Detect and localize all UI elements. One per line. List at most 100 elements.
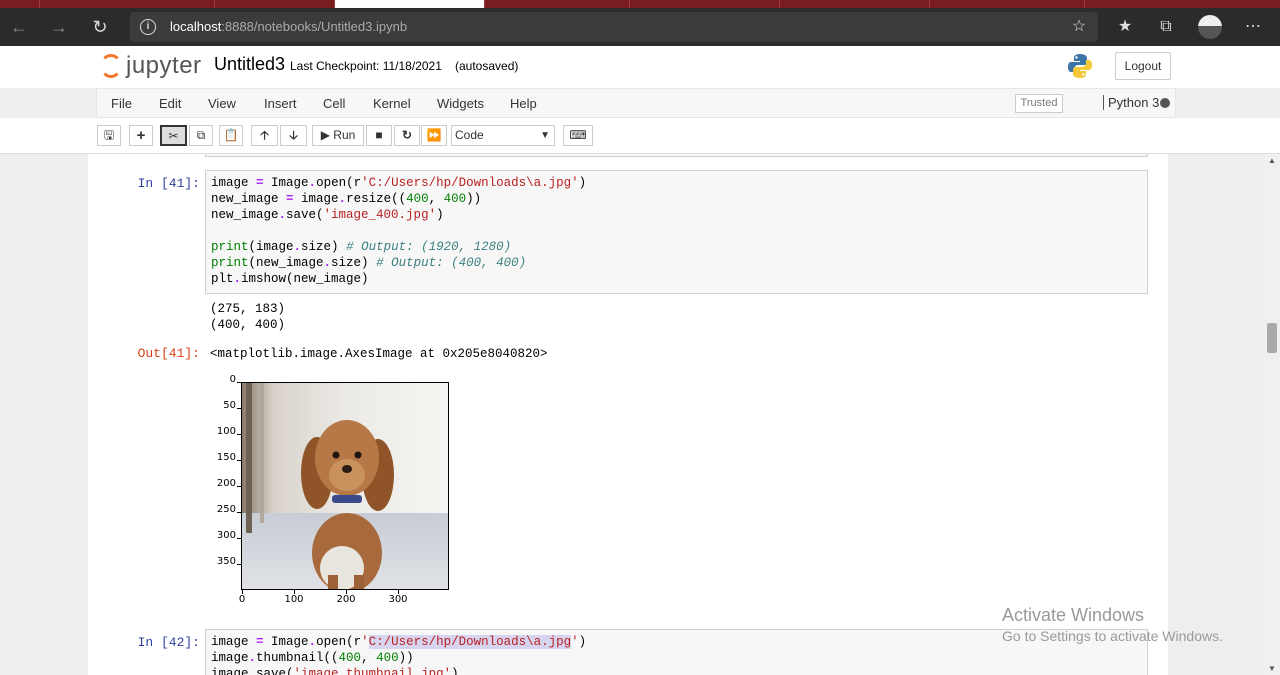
keyboard-icon[interactable]: ⌨: [563, 125, 593, 146]
menu-file[interactable]: File: [111, 96, 132, 111]
run-button[interactable]: ▶ Run: [312, 125, 364, 146]
input-prompt: In [41]:: [137, 176, 200, 191]
stdout-line: (400, 400): [210, 318, 286, 332]
browser-tab[interactable]: [0, 0, 40, 8]
previous-cell[interactable]: [205, 154, 1148, 157]
add-favorite-icon[interactable]: ☆: [1068, 16, 1090, 38]
notebook-title[interactable]: Untitled3: [214, 54, 285, 75]
scroll-up-icon[interactable]: ▲: [1264, 156, 1280, 165]
python-logo-icon: [1068, 54, 1092, 78]
browser-tab[interactable]: [930, 0, 1085, 8]
activate-windows-hint: Go to Settings to activate Windows.: [1002, 628, 1223, 644]
dog-image: [242, 383, 448, 589]
menu-cell[interactable]: Cell: [323, 96, 345, 111]
browser-tab[interactable]: [780, 0, 930, 8]
copy-icon[interactable]: ⧉: [189, 125, 213, 146]
chevron-down-icon: ▼: [540, 130, 550, 141]
y-tick-label: 150: [216, 452, 236, 463]
menu-insert[interactable]: Insert: [264, 96, 297, 111]
play-icon: ▶: [320, 128, 330, 142]
code-line: print(image.size) # Output: (1920, 1280): [211, 240, 512, 254]
code-line: image.save('image_thumbnail.jpg'): [211, 667, 459, 675]
browser-tab[interactable]: [630, 0, 780, 8]
restart-icon[interactable]: ↻: [394, 125, 420, 146]
browser-address-bar: ← → ↻ i localhost:8888/notebooks/Untitle…: [0, 8, 1280, 46]
jupyter-logo-text: jupyter: [126, 52, 202, 79]
y-tick-mark: [237, 538, 241, 539]
jupyter-header: jupyter Untitled3 Last Checkpoint: 11/18…: [0, 46, 1280, 88]
move-up-icon[interactable]: 🡡: [251, 125, 278, 146]
y-tick-mark: [237, 460, 241, 461]
browser-tab-active[interactable]: [335, 0, 485, 8]
output-repr: <matplotlib.image.AxesImage at 0x205e804…: [210, 347, 548, 361]
y-tick-label: 200: [216, 478, 236, 489]
cell-type-value: Code: [455, 128, 484, 142]
y-tick-mark: [237, 408, 241, 409]
scroll-down-icon[interactable]: ▼: [1264, 664, 1280, 673]
scrollbar-thumb[interactable]: [1267, 323, 1277, 353]
kernel-name[interactable]: Python 3: [1103, 95, 1159, 110]
kernel-status-indicator: [1160, 98, 1170, 108]
browser-tab[interactable]: [40, 0, 215, 8]
save-icon[interactable]: 🖫: [97, 125, 121, 146]
paste-icon[interactable]: 📋: [219, 125, 243, 146]
y-tick-label: 100: [216, 426, 236, 437]
restart-run-all-icon[interactable]: ⏩: [421, 125, 447, 146]
trusted-badge[interactable]: Trusted: [1015, 94, 1063, 113]
checkpoint-status: Last Checkpoint: 11/18/2021: [290, 59, 442, 73]
back-icon[interactable]: ←: [8, 16, 30, 38]
page-scrollbar[interactable]: ▲ ▼: [1264, 154, 1280, 675]
menu-kernel[interactable]: Kernel: [373, 96, 411, 111]
forward-icon[interactable]: →: [48, 16, 70, 38]
y-tick-mark: [237, 564, 241, 565]
cut-icon[interactable]: ✂: [160, 125, 187, 146]
y-tick-label: 350: [216, 556, 236, 567]
menu-help[interactable]: Help: [510, 96, 537, 111]
output-prompt: Out[41]:: [137, 346, 200, 361]
x-tick-label: 0: [238, 594, 246, 605]
y-tick-mark: [237, 512, 241, 513]
code-cell-41[interactable]: image = Image.open(r'C:/Users/hp/Downloa…: [205, 170, 1148, 294]
url-text[interactable]: localhost:8888/notebooks/Untitled3.ipynb: [170, 19, 407, 34]
imshow-plot: 0 50 100 150 200 250 300 350 0 100 200 3…: [208, 374, 468, 611]
stdout-line: (275, 183): [210, 302, 286, 316]
more-options-icon[interactable]: ⋯: [1242, 16, 1264, 38]
interrupt-icon[interactable]: ■: [366, 125, 392, 146]
y-tick-label: 300: [216, 530, 236, 541]
x-tick-label: 300: [388, 594, 408, 605]
activate-windows-watermark: Activate Windows: [1002, 605, 1145, 625]
logout-button[interactable]: Logout: [1115, 52, 1171, 80]
reload-icon[interactable]: ↻: [89, 16, 111, 38]
code-line: new_image = image.resize((400, 400)): [211, 192, 482, 206]
y-tick-label: 50: [223, 400, 236, 411]
code-line: image = Image.open(r'C:/Users/hp/Downloa…: [211, 176, 587, 190]
profile-avatar[interactable]: [1198, 15, 1222, 39]
y-tick-label: 0: [229, 374, 236, 385]
code-line: plt.imshow(new_image): [211, 272, 369, 286]
code-line: image.thumbnail((400, 400)): [211, 651, 414, 665]
move-down-icon[interactable]: 🡣: [280, 125, 307, 146]
info-icon[interactable]: i: [140, 19, 156, 35]
code-line: print(new_image.size) # Output: (400, 40…: [211, 256, 527, 270]
notebook-container: In [41]: image = Image.open(r'C:/Users/h…: [88, 154, 1168, 675]
jupyter-logo-icon: [100, 54, 122, 78]
menu-view[interactable]: View: [208, 96, 236, 111]
input-prompt: In [42]:: [137, 635, 200, 650]
menu-widgets[interactable]: Widgets: [437, 96, 484, 111]
url-field[interactable]: i localhost:8888/notebooks/Untitled3.ipy…: [130, 12, 1098, 42]
y-tick-mark: [237, 434, 241, 435]
browser-tab-strip: [0, 0, 1280, 8]
autosave-status: (autosaved): [455, 59, 519, 73]
collections-icon[interactable]: ⧉: [1155, 16, 1177, 38]
insert-cell-icon[interactable]: +: [129, 125, 153, 146]
cell-type-select[interactable]: Code ▼: [451, 125, 555, 146]
menu-edit[interactable]: Edit: [159, 96, 181, 111]
run-label: Run: [333, 128, 356, 142]
browser-tab[interactable]: [485, 0, 630, 8]
favorites-icon[interactable]: ★: [1114, 16, 1136, 38]
menu-bar: File Edit View Insert Cell Kernel Widget…: [96, 88, 1176, 118]
code-line: new_image.save('image_400.jpg'): [211, 208, 444, 222]
x-tick-label: 100: [284, 594, 304, 605]
browser-tab[interactable]: [215, 0, 335, 8]
